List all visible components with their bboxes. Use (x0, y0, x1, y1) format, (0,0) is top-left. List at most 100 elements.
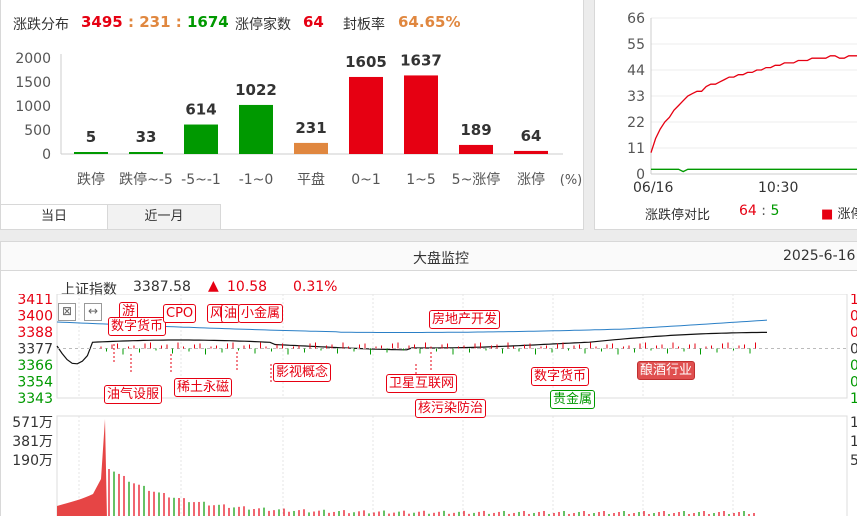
bar-value-label: 189 (460, 121, 491, 139)
y-tick-label: 2000 (15, 51, 51, 67)
event-tag[interactable]: 数字货币 (108, 317, 167, 336)
seal-rate-value: 64.65% (398, 13, 461, 31)
event-tag[interactable]: 房地产开发 (429, 310, 501, 329)
down-count: 1674 (187, 13, 229, 31)
x-category-label: 5~涨停 (452, 171, 501, 188)
index-change-pct: 0.31% (293, 279, 338, 295)
x-category-label: 平盘 (297, 171, 325, 188)
y-tick-label: 1500 (15, 75, 51, 91)
y-tick-label: 66 (627, 11, 645, 27)
bar-value-label: 1605 (345, 53, 387, 71)
legend-square-icon: ■ (821, 207, 834, 222)
bar-value-label: 1022 (235, 81, 277, 99)
up-count: 3495 (81, 13, 123, 31)
right-tick-label: 1 (850, 294, 857, 308)
event-tag[interactable]: 卫星互联网 (386, 374, 458, 393)
event-tag[interactable]: 影视概念 (273, 363, 332, 382)
bar-value-label: 614 (185, 101, 216, 119)
event-tag[interactable]: 贵金属 (550, 390, 596, 409)
x-category-label: 跌停~-5 (119, 171, 173, 188)
right-tick-label: 0 (850, 375, 857, 391)
dist-counts: 3495 : 231 : 1674 (81, 13, 229, 31)
event-tag[interactable]: CPO (163, 304, 197, 323)
event-tag[interactable]: 数字货币 (531, 367, 590, 386)
distribution-bar (74, 152, 108, 154)
right-tick-label: 0 (850, 325, 857, 341)
distribution-bar (294, 142, 328, 154)
price-tick-label: 3377 (17, 342, 53, 358)
y-tick-label: 500 (24, 123, 51, 139)
monitor-date: 2025-6-16 (783, 248, 856, 264)
event-tag[interactable]: 稀土永磁 (174, 378, 233, 397)
rise-fall-distribution-panel: 涨跌分布 3495 : 231 : 1674 涨停家数 64 封板率 64.65… (0, 0, 584, 230)
volume-tick-label: 381万 (12, 434, 53, 450)
market-monitor-panel: 大盘监控 2025-6-16 上证指数 3387.58 ▲ 10.58 0.31… (0, 241, 857, 516)
price-tick-label: 3400 (17, 309, 53, 325)
ratio-label: 涨跌停对比 (645, 208, 711, 223)
index-change: 10.58 (227, 279, 268, 295)
tab-last-month[interactable]: 近一月 (107, 204, 221, 229)
x-category-label: 涨停 (517, 171, 545, 188)
distribution-bar (184, 124, 218, 154)
event-tag[interactable]: 酿酒行业 (637, 361, 696, 380)
limit-up-count: 64 (303, 13, 324, 31)
right-tick-label: 1 (850, 391, 857, 407)
y-tick-label: 0 (42, 147, 51, 163)
change-arrow-icon: ▲ (208, 278, 219, 294)
distribution-bar (349, 76, 383, 154)
right-tick-label: 1 (850, 415, 857, 431)
seal-rate-label: 封板率 (343, 17, 385, 33)
price-tick-label: 3343 (17, 391, 53, 407)
y-tick-label: 1000 (15, 99, 51, 115)
distribution-bar (459, 144, 493, 154)
y-tick-label: 44 (627, 63, 645, 79)
event-tag[interactable]: 核污染防治 (415, 399, 487, 418)
x-category-label: -5~-1 (181, 172, 221, 188)
right-tick-label: 5 (850, 453, 857, 469)
distribution-bar (239, 104, 273, 154)
expand-button[interactable]: ↔ (84, 303, 102, 321)
right-tick-label: 0 (850, 309, 857, 325)
limit-up-label: 涨停家数 (235, 17, 291, 33)
event-tag[interactable]: 油气设服 (104, 385, 163, 404)
index-value: 3387.58 (133, 279, 191, 295)
right-tick-label: 0 (850, 358, 857, 374)
ratio-values: 64 : 5 (739, 203, 780, 219)
y-tick-label: 11 (627, 141, 645, 157)
bar-value-label: 231 (295, 119, 326, 137)
x-category-label: -1~0 (239, 172, 274, 188)
distribution-bar (404, 75, 438, 154)
y-tick-label: 33 (627, 89, 645, 105)
ratio-legend: ■ 涨停 (821, 207, 857, 222)
price-tick-label: 3366 (17, 358, 53, 374)
x-category-label: 跌停 (77, 171, 105, 188)
right-tick-label: 1 (850, 434, 857, 450)
x-tick-label: 06/16 (633, 180, 673, 196)
x-unit-label: (%) (560, 173, 583, 188)
limit-ratio-panel: 66 55 44 33 22 11 0 06/16 10:30 涨跌停对比 64 : 5 ■ 涨… (594, 0, 857, 230)
y-tick-label: 55 (627, 37, 645, 53)
y-tick-label: 22 (627, 115, 645, 131)
price-tick-label: 3354 (17, 375, 53, 391)
event-tag[interactable]: 小金属 (238, 304, 284, 323)
right-tick-label: 0 (850, 342, 857, 358)
limit-ratio-line-chart: 665544332211006/16 10:30 (627, 11, 857, 196)
monitor-title: 大盘监控 (413, 251, 469, 267)
distribution-bar (129, 152, 163, 154)
volume-plot-frame (56, 415, 848, 516)
flat-count: 231 (139, 13, 171, 31)
series-line-跌停 (651, 168, 857, 173)
price-tick-label: 3388 (17, 325, 53, 341)
zoom-out-button[interactable]: ⊠ (58, 303, 76, 321)
x-category-label: 0~1 (351, 172, 381, 188)
bar-value-label: 5 (86, 128, 96, 146)
bar-value-label: 64 (521, 127, 542, 145)
volume-tick-label: 571万 (12, 415, 53, 431)
distribution-bar (514, 150, 548, 154)
bar-value-label: 1637 (400, 51, 442, 69)
tab-today[interactable]: 当日 (1, 204, 107, 229)
price-tick-label: 3411 (17, 294, 53, 308)
opening-volume-area (57, 419, 107, 516)
x-category-label: 1~5 (406, 172, 436, 188)
bar-value-label: 33 (136, 128, 157, 146)
